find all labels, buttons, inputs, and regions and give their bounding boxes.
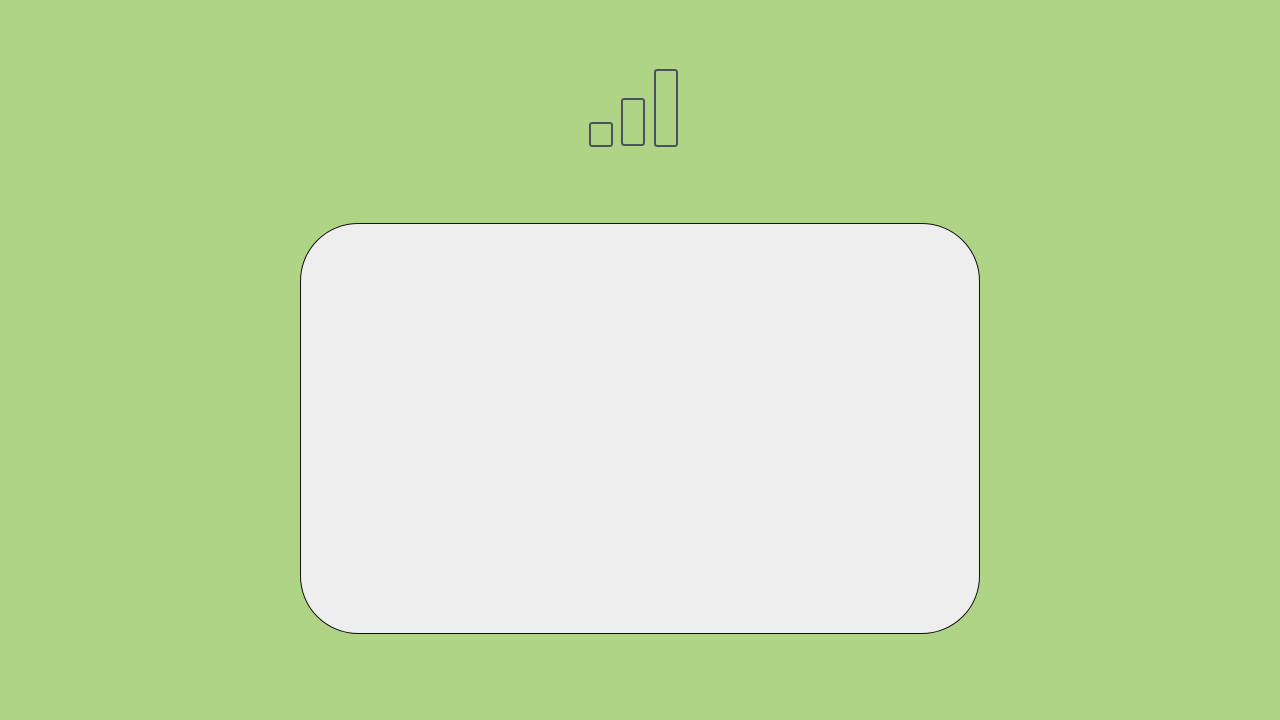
content-panel xyxy=(300,223,980,634)
bar-chart-icon-bar-large xyxy=(654,69,678,147)
bar-chart-icon-svg xyxy=(589,69,678,147)
bar-chart-icon-bar-medium xyxy=(621,98,645,146)
bar-chart-icon-bar-small xyxy=(589,122,613,147)
bar-chart-icon xyxy=(588,68,680,148)
app-background xyxy=(0,0,1280,720)
